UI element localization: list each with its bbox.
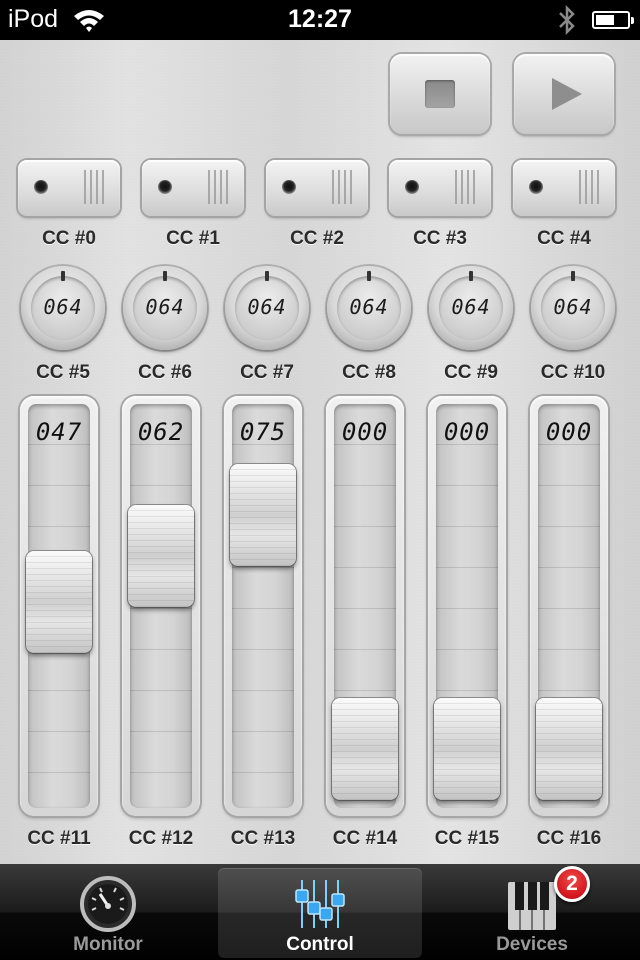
knob-value: 064 [553, 295, 593, 319]
battery-icon [592, 11, 634, 29]
cc-fader-16[interactable]: 000 [530, 396, 608, 816]
fader-value: 000 [545, 418, 593, 446]
fader-value: 062 [137, 418, 185, 446]
grip-icon [84, 170, 106, 204]
play-icon [552, 78, 582, 110]
led-indicator-icon [158, 180, 172, 194]
cc-fader-label: CC #15 [434, 828, 500, 849]
fader-value: 047 [35, 418, 83, 446]
grip-icon [579, 170, 601, 204]
cc-fader-15[interactable]: 000 [428, 396, 506, 816]
piano-keys-icon [508, 882, 556, 930]
knob-value: 064 [451, 295, 491, 319]
cc-knob-8[interactable]: 064 [327, 266, 411, 350]
clock: 12:27 [288, 5, 352, 33]
knob-indicator [367, 271, 371, 281]
knob-value: 064 [247, 295, 287, 319]
cc-fader-13[interactable]: 075 [224, 396, 302, 816]
fader-value: 000 [341, 418, 389, 446]
cc-toggle-0[interactable] [18, 160, 120, 216]
knob-value: 064 [145, 295, 185, 319]
fader-cap[interactable] [230, 464, 296, 566]
knob-indicator [469, 271, 473, 281]
cc-knob-label: CC #7 [240, 362, 294, 383]
grip-icon [208, 170, 230, 204]
tab-devices[interactable]: Devices [432, 868, 632, 958]
fader-cap[interactable] [128, 505, 194, 607]
cc-fader-11[interactable]: 047 [20, 396, 98, 816]
battery-fill [596, 15, 614, 25]
cc-knob-10[interactable]: 064 [531, 266, 615, 350]
cc-toggle-4[interactable] [513, 160, 615, 216]
cc-knob-label: CC #10 [540, 362, 606, 383]
cc-toggle-label: CC #1 [166, 228, 220, 249]
grip-icon [332, 170, 354, 204]
cc-knob-label: CC #5 [36, 362, 90, 383]
knob-value: 064 [349, 295, 389, 319]
tab-devices-label: Devices [496, 934, 568, 955]
fader-cap[interactable] [26, 551, 92, 653]
cc-fader-label: CC #16 [536, 828, 602, 849]
cc-fader-label: CC #12 [128, 828, 194, 849]
cc-knob-7[interactable]: 064 [225, 266, 309, 350]
tab-monitor[interactable]: Monitor [8, 868, 208, 958]
cc-fader-14[interactable]: 000 [326, 396, 404, 816]
led-indicator-icon [529, 180, 543, 194]
tab-bar: Monitor Control Devices [0, 864, 640, 960]
bluetooth-icon [559, 5, 575, 35]
cc-fader-label: CC #11 [27, 828, 91, 849]
cc-knob-5[interactable]: 064 [21, 266, 105, 350]
fader-value: 075 [239, 418, 287, 446]
grip-icon [455, 170, 477, 204]
fader-cap[interactable] [332, 698, 398, 800]
led-indicator-icon [405, 180, 419, 194]
cc-toggle-3[interactable] [389, 160, 491, 216]
cc-knob-label: CC #8 [342, 362, 396, 383]
cc-knob-label: CC #9 [444, 362, 498, 383]
cc-toggle-label: CC #3 [413, 228, 467, 249]
fader-value: 000 [443, 418, 491, 446]
cc-fader-12[interactable]: 062 [122, 396, 200, 816]
stop-icon [425, 80, 455, 108]
stop-button[interactable] [390, 54, 490, 134]
knob-indicator [61, 271, 65, 281]
cc-knob-label: CC #6 [138, 362, 192, 383]
tab-monitor-label: Monitor [73, 934, 143, 955]
cc-fader-label: CC #14 [332, 828, 398, 849]
cc-toggle-1[interactable] [142, 160, 244, 216]
cc-toggle-label: CC #2 [290, 228, 344, 249]
tab-control[interactable]: Control [218, 868, 422, 958]
cc-toggle-label: CC #4 [537, 228, 591, 249]
devices-badge: 2 [554, 866, 590, 902]
fader-cap[interactable] [434, 698, 500, 800]
fader-cap[interactable] [536, 698, 602, 800]
tab-control-label: Control [286, 934, 354, 955]
speedometer-icon [80, 876, 136, 932]
cc-knob-6[interactable]: 064 [123, 266, 207, 350]
knob-indicator [163, 271, 167, 281]
mixer-sliders-icon [295, 880, 345, 928]
led-indicator-icon [282, 180, 296, 194]
knob-value: 064 [43, 295, 83, 319]
knob-indicator [571, 271, 575, 281]
cc-fader-label: CC #13 [230, 828, 296, 849]
knob-indicator [265, 271, 269, 281]
cc-toggle-label: CC #0 [42, 228, 96, 249]
cc-knob-9[interactable]: 064 [429, 266, 513, 350]
play-button[interactable] [514, 54, 614, 134]
led-indicator-icon [34, 180, 48, 194]
cc-toggle-2[interactable] [266, 160, 368, 216]
status-bar: iPod 12:27 [0, 0, 640, 40]
